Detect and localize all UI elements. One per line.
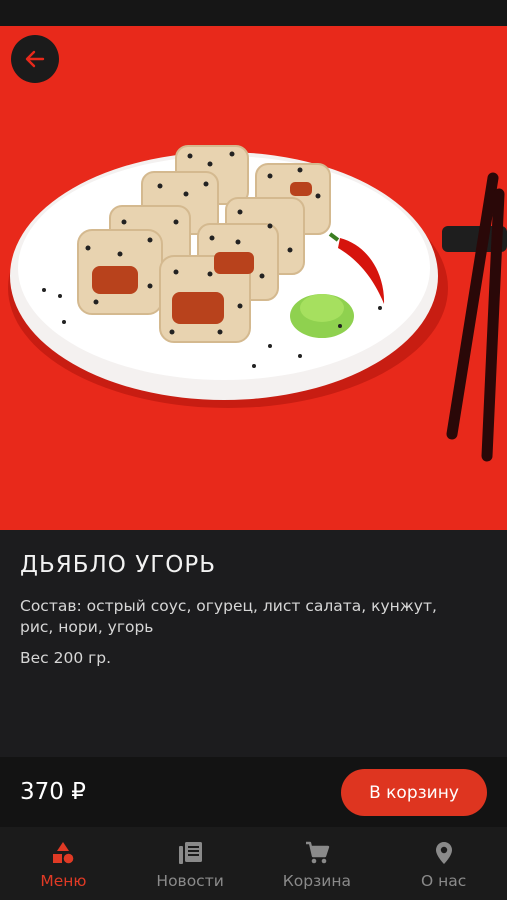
location-pin-icon	[435, 842, 452, 864]
nav-label-about: О нас	[420, 872, 467, 890]
status-bar	[0, 0, 507, 26]
nav-item-cart[interactable]: Корзина	[254, 827, 381, 900]
add-to-cart-button[interactable]: В корзину	[341, 769, 487, 816]
nav-item-menu[interactable]: Меню	[0, 827, 127, 900]
arrow-left-icon	[25, 50, 45, 68]
back-button[interactable]	[11, 35, 59, 83]
newspaper-icon	[179, 842, 203, 864]
product-price: 370 ₽	[20, 779, 86, 805]
product-title: ДЬЯБЛО УГОРЬ	[20, 552, 217, 578]
product-details: ДЬЯБЛО УГОРЬ Состав: острый соус, огурец…	[0, 530, 507, 757]
cart-icon	[305, 841, 330, 864]
product-composition: Состав: острый соус, огурец, лист салата…	[20, 597, 437, 636]
shapes-icon	[53, 842, 74, 864]
product-weight: Вес 200 гр.	[20, 649, 112, 667]
nav-item-about[interactable]: О нас	[380, 827, 507, 900]
nav-label-cart: Корзина	[282, 872, 352, 890]
nav-label-news: Новости	[156, 872, 224, 890]
bottom-navigation: Меню Новости Корзина О нас	[0, 827, 507, 900]
price-bar: 370 ₽ В корзину	[0, 757, 507, 827]
nav-item-news[interactable]: Новости	[127, 827, 254, 900]
nav-label-menu: Меню	[40, 872, 87, 890]
product-image	[0, 26, 507, 530]
